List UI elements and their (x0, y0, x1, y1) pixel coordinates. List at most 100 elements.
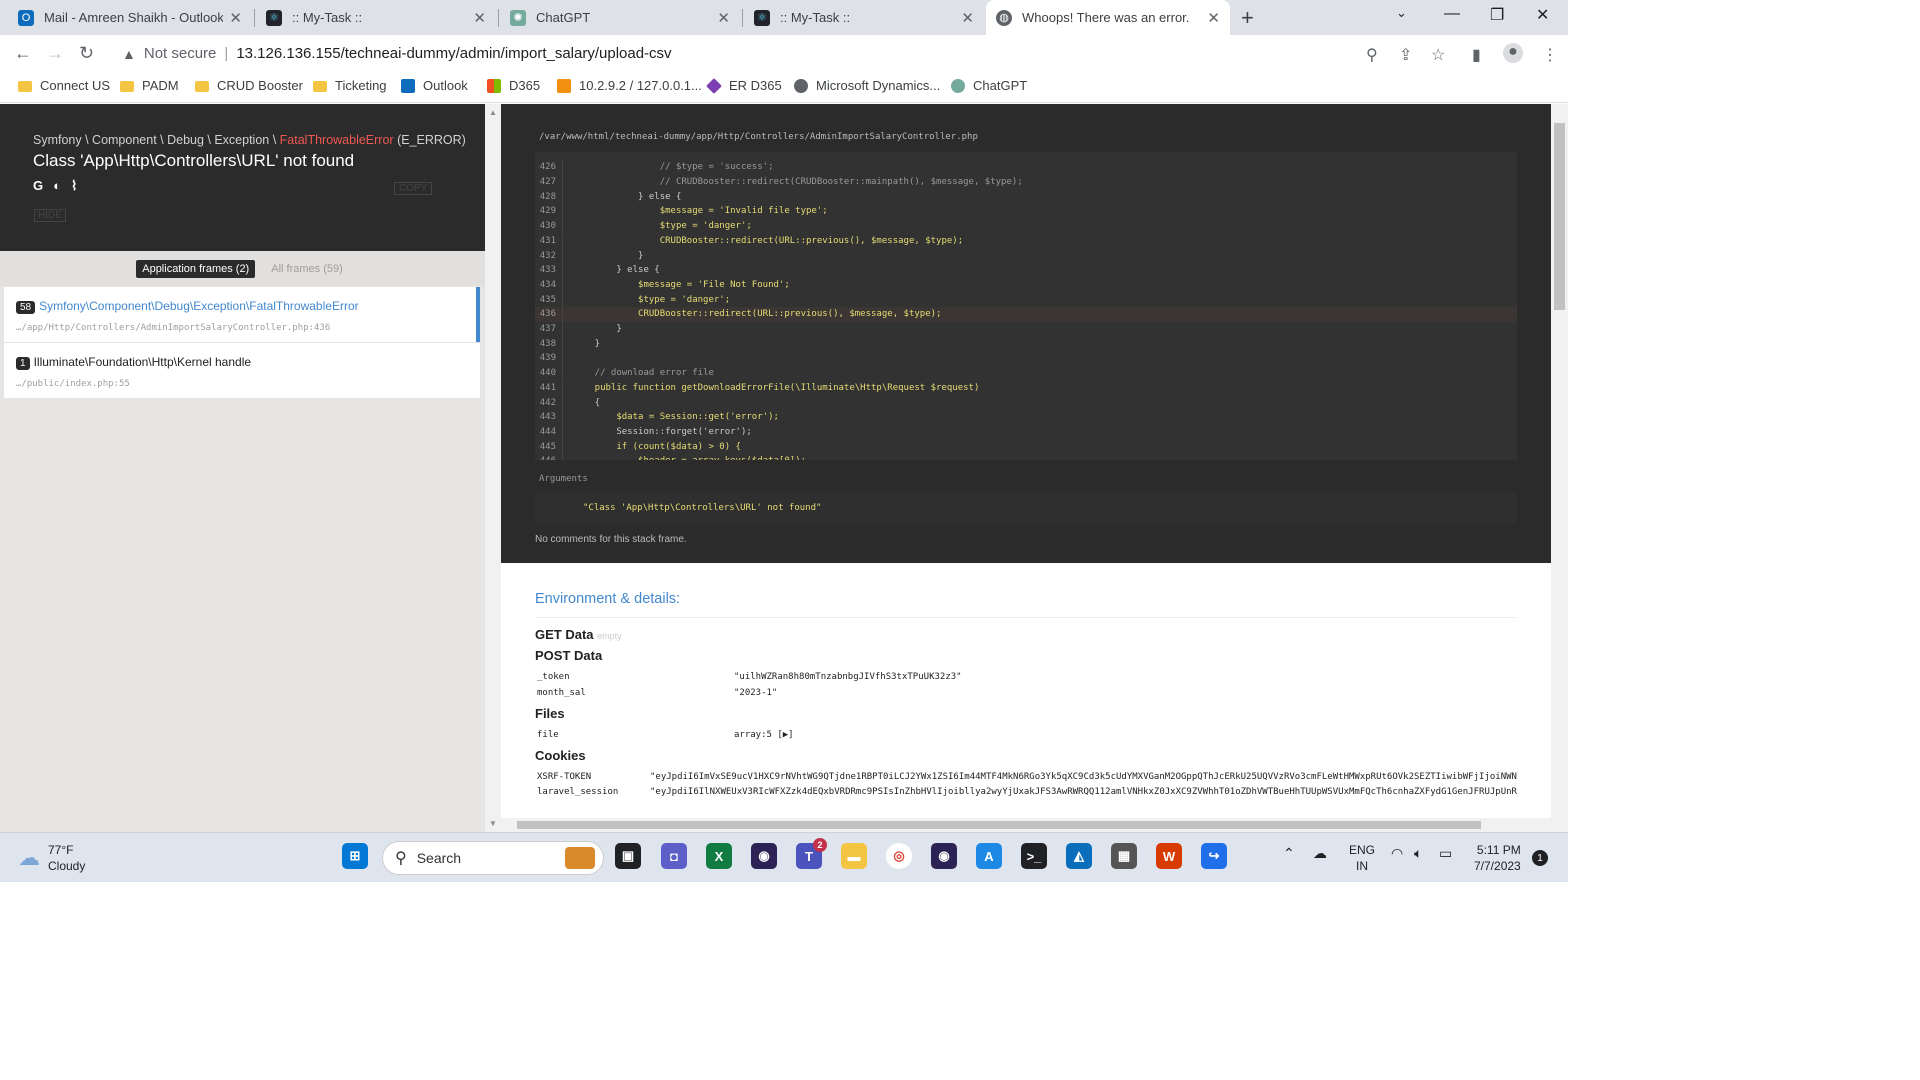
share-icon[interactable]: ⇪ (1399, 45, 1412, 65)
security-label[interactable]: Not secure (144, 45, 217, 62)
url-text[interactable]: 13.126.136.155/techneai-dummy/admin/impo… (236, 45, 671, 62)
data-value[interactable]: array:5 [▶] (734, 730, 794, 740)
photos-icon[interactable]: ◭ (1066, 843, 1092, 869)
exception-header: Symfony \ Component \ Debug \ Exception … (0, 104, 485, 251)
code-text: { (573, 397, 601, 408)
hide-button[interactable]: HIDE (34, 209, 66, 222)
scroll-thumb[interactable] (517, 821, 1481, 829)
volume-icon[interactable]: 🔈︎ (1414, 845, 1422, 862)
google-icon[interactable]: G (33, 178, 43, 194)
react-icon: ⚛ (754, 9, 770, 26)
tab-application-frames[interactable]: Application frames (2) (136, 259, 256, 278)
stackoverflow-icon[interactable]: ⌇ (71, 178, 77, 194)
horizontal-scrollbar[interactable] (501, 818, 1551, 832)
address-bar[interactable]: ▲ Not secure | 13.126.136.155/techneai-d… (110, 39, 1467, 68)
side-panel-icon[interactable]: ▮ (1472, 45, 1481, 65)
language-indicator[interactable]: ENG IN (1349, 842, 1375, 874)
code-line: 445 if (count($data) > 0) { (535, 439, 1517, 454)
code-text: // download error file (573, 368, 714, 379)
close-tab-icon[interactable]: ✕ (229, 9, 242, 27)
tab-chatgpt[interactable]: ✺ ChatGPT ✕ (500, 0, 740, 35)
eclipse-icon[interactable]: ◉ (931, 843, 957, 869)
page-scrollbar[interactable] (1551, 104, 1568, 832)
tab-my-task-2[interactable]: ⚛ :: My-Task :: ✕ (744, 0, 984, 35)
forward-button[interactable]: → (46, 43, 64, 64)
code-line: 432 } (535, 248, 1517, 263)
new-tab-button[interactable]: + (1241, 5, 1254, 31)
close-tab-icon[interactable]: ✕ (961, 9, 974, 27)
bookmark-phpmyadmin[interactable]: 10.2.9.2 / 127.0.0.1... (557, 78, 702, 93)
data-value: "2023-1" (734, 687, 778, 698)
folder-icon (195, 81, 209, 92)
code-text: $header = array_keys($data[0]); (563, 456, 806, 460)
stack-frame[interactable]: 58 Symfony\Component\Debug\Exception\Fata… (4, 287, 480, 342)
bookmark-outlook[interactable]: Outlook (401, 78, 468, 93)
warning-icon[interactable]: ▲ (122, 46, 136, 62)
zoom-icon[interactable]: ⚲ (1366, 45, 1378, 65)
tab-outlook-mail[interactable]: O Mail - Amreen Shaikh - Outlook ✕ (8, 0, 252, 35)
code-line: 436 CRUDBooster::redirect(URL::previous(… (535, 307, 1517, 322)
bookmark-er-d365[interactable]: ER D365 (706, 77, 782, 94)
left-scrollbar[interactable]: ▲ ▼ (485, 104, 501, 832)
close-tab-icon[interactable]: ✕ (473, 9, 486, 27)
wps-office-icon[interactable]: W (1156, 843, 1182, 869)
duckduckgo-icon[interactable]: ◐ (53, 178, 61, 194)
close-tab-icon[interactable]: ✕ (1207, 9, 1220, 27)
task-view-icon[interactable]: ▣ (615, 843, 641, 869)
wifi-icon[interactable]: ◠ (1391, 845, 1403, 862)
bookmark-chatgpt[interactable]: ChatGPT (951, 78, 1027, 93)
scroll-thumb[interactable] (1554, 123, 1565, 310)
excel-icon[interactable]: X (706, 843, 732, 869)
close-window-button[interactable]: ✕ (1536, 5, 1549, 25)
battery-icon[interactable]: ▭ (1439, 845, 1452, 862)
taskbar-search[interactable]: ⚲ Search (382, 841, 604, 875)
eclipse-icon[interactable]: ◉ (751, 843, 777, 869)
tray-overflow-icon[interactable]: ⌃ (1283, 845, 1295, 862)
close-tab-icon[interactable]: ✕ (717, 9, 730, 27)
line-number: 426 (535, 160, 563, 175)
tab-my-task-1[interactable]: ⚛ :: My-Task :: ✕ (256, 0, 496, 35)
profile-avatar[interactable]: ● (1503, 43, 1523, 63)
restore-button[interactable]: ❐ (1490, 5, 1504, 25)
data-value[interactable]: "eyJpdiI6IlNXWEUxV3RIcWFXZzk4dEQxbVRDRmc… (650, 787, 1517, 797)
menu-kebab-icon[interactable]: ⋮ (1542, 45, 1558, 65)
tab-all-frames[interactable]: All frames (59) (265, 260, 349, 278)
app-store-icon[interactable]: A (976, 843, 1002, 869)
start-windows-icon[interactable]: ⊞ (342, 843, 368, 869)
network-cloud-icon[interactable]: ☁ (1313, 845, 1327, 862)
notification-badge[interactable]: 1 (1532, 850, 1548, 866)
terminal-icon[interactable]: >_ (1021, 843, 1047, 869)
bookmark-connect-us[interactable]: Connect US (18, 78, 110, 93)
folder-icon (18, 81, 32, 92)
exception-message: Class 'App\Http\Controllers\URL' not fou… (33, 151, 355, 170)
data-value[interactable]: "eyJpdiI6ImVxSE9ucV1HXC9rNVhtWG9QTjdne1R… (650, 772, 1517, 782)
teams-icon[interactable]: T2 (796, 838, 827, 869)
bookmark-star-icon[interactable]: ☆ (1431, 45, 1445, 65)
tab-search-icon[interactable]: ⌄ (1396, 5, 1407, 21)
code-text: Session::forget('error'); (573, 426, 752, 437)
file-explorer-icon[interactable]: ▬ (841, 843, 867, 869)
code-text: $data = Session::get('error'); (573, 412, 779, 423)
bookmark-crud-booster[interactable]: CRUD Booster (195, 78, 303, 93)
cloud-icon: ☁ (18, 845, 40, 870)
bookmark-padm[interactable]: PADM (120, 78, 179, 93)
chrome-icon[interactable]: ◎ (886, 843, 912, 869)
back-button[interactable]: ← (14, 43, 32, 64)
bookmark-ticketing[interactable]: Ticketing (313, 78, 387, 93)
stack-frame[interactable]: 1 Illuminate\Foundation\Http\Kernel handl… (4, 343, 480, 398)
files-table: file array:5 [▶] (535, 727, 1517, 743)
line-number: 442 (535, 395, 563, 410)
copy-button[interactable]: COPY (394, 182, 433, 195)
reload-button[interactable]: ↻ (79, 43, 94, 64)
share-arrow-icon[interactable]: ↪ (1201, 843, 1227, 869)
weather-widget[interactable]: ☁ 77°F Cloudy (18, 842, 85, 874)
tab-whoops-error[interactable]: ◍ Whoops! There was an error. ✕ (986, 0, 1230, 35)
system-clock[interactable]: 5:11 PM 7/7/2023 (1474, 842, 1521, 874)
calculator-icon[interactable]: ▦ (1111, 843, 1137, 869)
minimize-button[interactable]: — (1444, 5, 1460, 23)
teams-chat-icon[interactable]: ◘ (661, 843, 687, 869)
bookmark-microsoft-dynamics[interactable]: Microsoft Dynamics... (794, 78, 940, 93)
bookmark-d365[interactable]: D365 (487, 78, 540, 93)
data-key: XSRF-TOKEN (537, 771, 592, 782)
exception-level: (E_ERROR) (397, 133, 466, 147)
